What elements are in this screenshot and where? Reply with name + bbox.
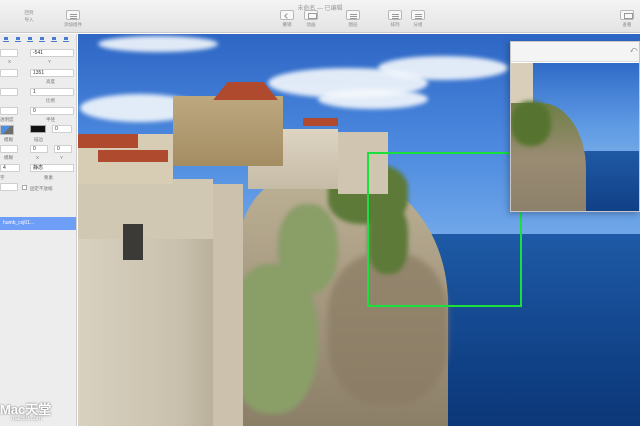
- preview-titlebar: ⤺: [511, 42, 639, 62]
- blend-amount-field[interactable]: 4: [0, 164, 20, 172]
- add-component-button[interactable]: 添加组件: [60, 10, 86, 32]
- shadow-blur-field[interactable]: [0, 145, 18, 153]
- stroke-caption: 描边: [34, 137, 43, 142]
- undo-label: 撤销: [282, 22, 292, 27]
- row-label-char: 字: [0, 175, 5, 180]
- group-button[interactable]: 分组: [405, 10, 431, 32]
- layers-button[interactable]: 图层: [340, 10, 366, 32]
- import-top-label: 回到: [24, 10, 34, 15]
- stone-house: [173, 96, 283, 166]
- shadow-blur-caption: 模糊: [4, 155, 13, 160]
- radius-caption: 半径: [46, 117, 55, 122]
- align-right-icon[interactable]: [26, 36, 34, 43]
- width-field[interactable]: [0, 69, 18, 77]
- undo-button[interactable]: 撤销: [274, 10, 300, 32]
- vegetation: [278, 204, 338, 294]
- stroke-color-swatch[interactable]: [30, 125, 46, 133]
- view-label: 查看: [622, 22, 632, 27]
- align-toolbar: [0, 36, 76, 44]
- align-bottom-icon[interactable]: [62, 36, 70, 43]
- scale-caption: 比例: [46, 98, 55, 103]
- wall-window: [123, 224, 143, 260]
- fill-image-swatch[interactable]: [0, 125, 14, 135]
- stroke-width-field[interactable]: 0: [52, 125, 72, 133]
- height-field[interactable]: 1351: [30, 69, 74, 77]
- group-label: 分组: [413, 22, 423, 27]
- preview-vegetation: [511, 101, 551, 146]
- blend-mode-select[interactable]: 静态: [30, 164, 74, 172]
- cloud: [378, 56, 508, 80]
- align-center-icon[interactable]: [14, 36, 22, 43]
- watermark: Mac天堂 mac69.com: [0, 398, 90, 426]
- city-wall: [78, 239, 223, 426]
- preview-image: [511, 63, 639, 211]
- fixed-scale-label: 固定不放缩: [30, 186, 53, 191]
- add-component-label: 添加组件: [64, 22, 82, 27]
- opacity-value-field[interactable]: 0: [30, 107, 74, 115]
- scale-field[interactable]: 1: [30, 88, 74, 96]
- align-left-icon[interactable]: [2, 36, 10, 43]
- city-wall: [78, 179, 213, 239]
- roof: [78, 134, 138, 148]
- y-caption: Y: [48, 59, 52, 64]
- component-icon: [66, 10, 80, 20]
- toolbar: 未命名 — 已编辑 回到 导入 添加组件 撤销 动画 图层 排列 分组 查看: [0, 0, 640, 33]
- crop-selection[interactable]: [367, 152, 522, 307]
- position-x-field[interactable]: [0, 49, 18, 57]
- opacity-caption: 透明度: [0, 117, 14, 122]
- element-field[interactable]: [0, 183, 18, 191]
- shadow-y-caption: Y: [60, 155, 64, 160]
- roof: [98, 150, 168, 162]
- import-label: 导入: [24, 17, 34, 22]
- opacity-field[interactable]: [0, 107, 18, 115]
- undo-icon: [280, 10, 294, 20]
- cloud: [318, 89, 428, 109]
- align-top-icon[interactable]: [38, 36, 46, 43]
- import-button[interactable]: 回到 导入: [16, 10, 42, 32]
- inspector-panel: -541 X Y 1351 高度 1 比例 0 透明度 半径 0 模糊 描边 0…: [0, 34, 77, 426]
- x-caption: X: [8, 59, 12, 64]
- preview-window: ⤺: [510, 41, 640, 212]
- layers-label: 图层: [348, 22, 358, 27]
- preview-tower: [511, 63, 533, 103]
- blur-caption: 模糊: [4, 137, 13, 142]
- view-button[interactable]: 查看: [614, 10, 640, 32]
- align-middle-icon[interactable]: [50, 36, 58, 43]
- group-icon: [411, 10, 425, 20]
- shadow-y-field[interactable]: 0: [54, 145, 72, 153]
- roof: [303, 118, 338, 126]
- shadow-x-caption: X: [36, 155, 40, 160]
- layers-icon: [346, 10, 360, 20]
- undo-icon[interactable]: ⤺: [630, 47, 638, 55]
- arrange-icon: [388, 10, 402, 20]
- watermark-url: mac69.com: [11, 416, 43, 422]
- position-y-field[interactable]: -541: [30, 49, 74, 57]
- fixed-scale-checkbox[interactable]: [22, 185, 27, 190]
- screen-icon: [304, 10, 318, 20]
- rotation-field[interactable]: [0, 88, 18, 96]
- row-label-element: 要素: [44, 175, 53, 180]
- city-wall: [213, 184, 243, 426]
- animation-button[interactable]: 动画: [298, 10, 324, 32]
- height-caption: 高度: [46, 79, 55, 84]
- animation-label: 动画: [306, 22, 316, 27]
- layer-item[interactable]: humb_cxj01...: [0, 217, 76, 230]
- roof: [213, 82, 278, 100]
- view-icon: [620, 10, 634, 20]
- cloud: [98, 36, 218, 52]
- shadow-x-field[interactable]: 0: [30, 145, 48, 153]
